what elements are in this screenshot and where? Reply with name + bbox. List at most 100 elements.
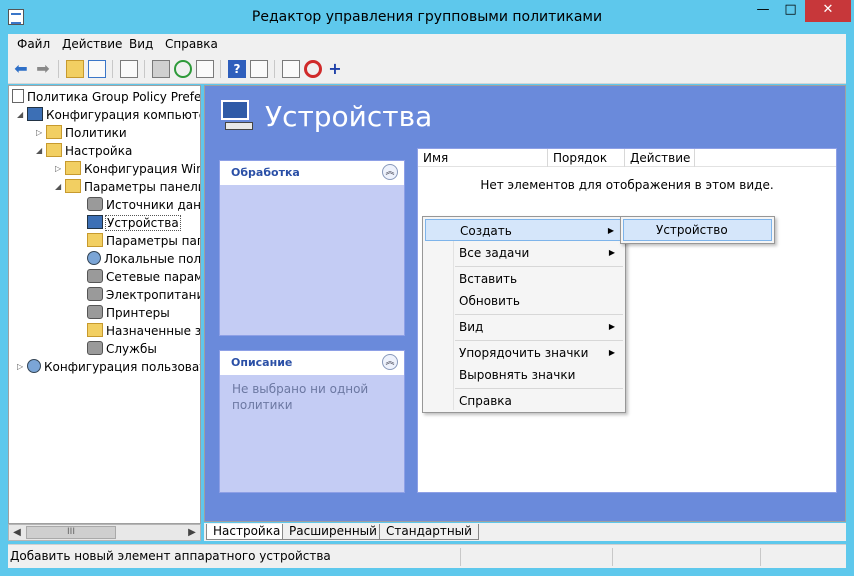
forward-arrow-icon[interactable]: ➡ (34, 60, 52, 78)
expand-toggle[interactable]: ▷ (36, 124, 46, 142)
create-submenu: Устройство (620, 216, 775, 244)
menu-bar: Файл Действие Вид Справка (8, 34, 846, 54)
tree-item-devices[interactable]: Устройства (87, 214, 181, 232)
local-users-icon (87, 251, 101, 265)
tab-standard[interactable]: Стандартный (379, 524, 479, 540)
tree-item-services[interactable]: Службы (87, 340, 157, 358)
menu-item-create[interactable]: Создать ▶ (425, 219, 623, 241)
tree-item-user-config[interactable]: ▷ Конфигурация пользовате (17, 358, 200, 376)
menu-item-all-tasks[interactable]: Все задачи ▶ (425, 242, 623, 264)
back-arrow-icon[interactable]: ⬅ (12, 60, 30, 78)
title-bar: Редактор управления групповыми политикам… (0, 0, 854, 34)
submenu-arrow-icon: ▶ (608, 348, 615, 357)
scheduled-tasks-icon (87, 323, 103, 337)
description-panel: Описание ︽ Не выбрано ни одной политики (219, 350, 405, 493)
network-icon (87, 269, 103, 283)
view-tabs: Настройка Расширенный Стандартный (204, 523, 846, 541)
minimize-button[interactable]: — (749, 0, 777, 22)
policy-document-icon (12, 89, 24, 103)
tree-item-scheduled-tasks[interactable]: Назначенные за (87, 322, 200, 340)
menu-item-paste[interactable]: Вставить (425, 268, 623, 290)
column-name[interactable]: Имя (418, 149, 548, 167)
scroll-left-icon[interactable]: ◀ (9, 525, 25, 540)
submenu-arrow-icon: ▶ (607, 226, 614, 235)
tree-horizontal-scrollbar[interactable]: ◀ III ▶ (8, 524, 201, 541)
refresh-icon[interactable] (174, 60, 192, 78)
up-folder-icon[interactable] (66, 60, 84, 78)
add-icon[interactable]: + (326, 60, 344, 78)
console-tree: Политика Group Policy Prefere ◢ Конфигура… (8, 85, 201, 524)
scroll-thumb[interactable]: III (26, 526, 116, 539)
expand-toggle[interactable]: ▷ (55, 160, 65, 178)
menu-help[interactable]: Справка (165, 37, 218, 51)
export-list-icon[interactable] (196, 60, 214, 78)
expand-toggle[interactable]: ◢ (55, 178, 65, 196)
expand-toggle[interactable]: ◢ (36, 142, 46, 160)
scroll-right-icon[interactable]: ▶ (184, 525, 200, 540)
devices-large-icon (219, 98, 255, 134)
computer-icon (27, 107, 43, 121)
menu-item-refresh[interactable]: Обновить (425, 290, 623, 312)
menu-item-arrange-icons[interactable]: Упорядочить значки ▶ (425, 342, 623, 364)
show-hide-tree-icon[interactable] (88, 60, 106, 78)
expand-toggle[interactable]: ◢ (17, 106, 27, 124)
tree-item-root[interactable]: Политика Group Policy Prefere (12, 88, 200, 106)
menu-view[interactable]: Вид (129, 37, 153, 51)
gpo-editor-window: Редактор управления групповыми политикам… (0, 0, 854, 576)
column-order[interactable]: Порядок (548, 149, 625, 167)
menu-file[interactable]: Файл (17, 37, 50, 51)
tab-extended[interactable]: Расширенный (282, 524, 384, 540)
show-action-pane-icon[interactable] (250, 60, 268, 78)
column-action[interactable]: Действие (625, 149, 695, 167)
tree-item-windows-config[interactable]: ▷ Конфигурация Winc (55, 160, 200, 178)
close-button[interactable]: ✕ (805, 0, 851, 22)
tab-preferences[interactable]: Настройка (206, 524, 288, 540)
menu-action[interactable]: Действие (62, 37, 122, 51)
folder-icon (65, 161, 81, 175)
data-sources-icon (87, 197, 103, 211)
tree-item-computer-config[interactable]: ◢ Конфигурация компьютер (17, 106, 200, 124)
properties-icon[interactable] (282, 60, 300, 78)
devices-icon (87, 215, 103, 229)
maximize-button[interactable]: □ (777, 0, 804, 22)
tree-item-folder-options[interactable]: Параметры папо (87, 232, 200, 250)
tree-item-printers[interactable]: Принтеры (87, 304, 170, 322)
expand-toggle[interactable]: ▷ (17, 358, 27, 376)
status-text: Добавить новый элемент аппаратного устро… (10, 549, 331, 563)
processing-panel: Обработка ︽ (219, 160, 405, 336)
printer-icon (87, 305, 103, 319)
user-config-icon (27, 359, 41, 373)
control-panel-folder-icon (65, 179, 81, 193)
folder-icon (46, 125, 62, 139)
window-title: Редактор управления групповыми политикам… (251, 9, 603, 25)
description-text: Не выбрано ни одной политики (232, 382, 369, 412)
folder-options-icon (87, 233, 103, 247)
context-menu: Создать ▶ Все задачи ▶ Вставить Обновить В… (422, 216, 626, 413)
toolbar: ⬅ ➡ ? + (8, 54, 846, 84)
tree-item-preferences[interactable]: ◢ Настройка (36, 142, 132, 160)
tree-item-local-users[interactable]: Локальные поль (87, 250, 200, 268)
menu-item-device[interactable]: Устройство (623, 219, 772, 241)
tree-item-power-options[interactable]: Электропитание (87, 286, 200, 304)
tree-item-policies[interactable]: ▷ Политики (36, 124, 127, 142)
stop-icon[interactable] (304, 60, 322, 78)
clipboard-icon[interactable] (120, 60, 138, 78)
menu-item-line-up-icons[interactable]: Выровнять значки (425, 364, 623, 386)
power-icon (87, 287, 103, 301)
folder-icon (46, 143, 62, 157)
menu-item-view[interactable]: Вид ▶ (425, 316, 623, 338)
services-icon (87, 341, 103, 355)
collapse-icon[interactable]: ︽ (382, 164, 398, 180)
print-icon[interactable] (152, 60, 170, 78)
description-panel-title: Описание (231, 356, 293, 369)
help-icon[interactable]: ? (228, 60, 246, 78)
menu-item-help[interactable]: Справка (425, 390, 623, 412)
empty-list-message: Нет элементов для отображения в этом вид… (480, 178, 774, 192)
submenu-arrow-icon: ▶ (608, 322, 615, 331)
collapse-icon[interactable]: ︽ (382, 354, 398, 370)
processing-panel-title: Обработка (231, 166, 300, 179)
tree-item-data-sources[interactable]: Источники данн (87, 196, 200, 214)
pane-title: Устройства (265, 100, 433, 133)
tree-item-network-options[interactable]: Сетевые параме (87, 268, 200, 286)
tree-item-control-panel[interactable]: ◢ Параметры панели (55, 178, 200, 196)
